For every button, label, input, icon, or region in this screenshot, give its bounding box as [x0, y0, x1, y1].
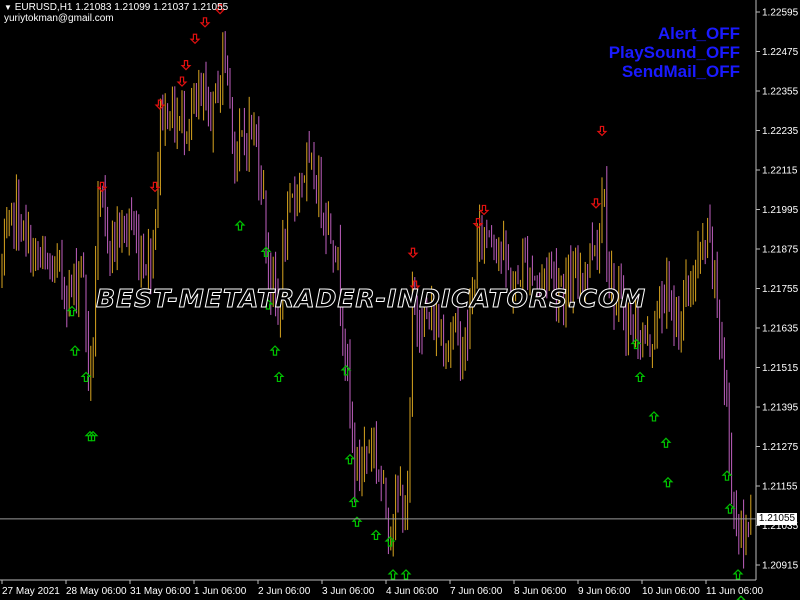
buy-arrow-icon	[634, 371, 646, 383]
buy-arrow-icon	[340, 365, 352, 376]
buy-arrow-icon	[69, 345, 81, 356]
buy-arrow-icon	[370, 529, 382, 541]
buy-arrow-icon	[721, 470, 733, 481]
chart-menu-icon[interactable]: ▼	[4, 3, 12, 12]
price-axis: 1.22595 1.22475 1.22355 1.22235 1.22115 1.219…	[756, 8, 799, 572]
time-tick-label: 7 Jun 06:00	[450, 586, 503, 597]
price-tick-label: 1.21635	[762, 324, 799, 335]
playsound-status: PlaySound_OFF	[608, 43, 740, 62]
buy-arrow-icon	[273, 371, 285, 383]
price-tick-label: 1.21275	[762, 442, 799, 453]
price-tick-label: 1.21395	[762, 403, 799, 414]
buy-arrow-icon	[724, 503, 736, 514]
time-tick-label: 1 Jun 06:00	[194, 586, 247, 597]
buy-arrow-icon	[400, 569, 412, 580]
chart-area[interactable]: 1.22595 1.22475 1.22355 1.22235 1.22115 1.219…	[0, 0, 800, 600]
buy-arrow-icon	[662, 476, 674, 488]
price-tick-label: 1.21515	[762, 363, 799, 374]
time-tick-label: 11 Jun 06:00	[706, 586, 764, 597]
time-tick-label: 3 Jun 06:00	[322, 586, 375, 597]
time-tick-label: 9 Jun 06:00	[578, 586, 631, 597]
time-tick-label: 10 Jun 06:00	[642, 586, 700, 597]
sell-arrow-icon	[407, 247, 419, 259]
buy-arrow-icon	[387, 569, 399, 580]
price-tick-label: 1.21875	[762, 245, 799, 256]
sell-arrow-icon	[176, 76, 188, 87]
buy-arrow-icon	[344, 453, 356, 465]
price-tick-label: 1.22355	[762, 87, 799, 98]
price-tick-label: 1.21755	[762, 284, 799, 295]
price-tick-label: 1.22475	[762, 47, 799, 58]
current-price-tag: 1.21055	[757, 512, 797, 525]
account-email: yuriytokman@gmail.com	[4, 13, 114, 24]
sell-arrow-icon	[189, 33, 201, 45]
symbol-ohlc: EURUSD,H1 1.21083 1.21099 1.21037 1.2105…	[14, 2, 229, 13]
time-tick-label: 27 May 2021	[2, 586, 60, 597]
buy-arrow-icon	[269, 345, 281, 356]
time-axis: 27 May 2021 28 May 06:00 31 May 06:00 1 Jun…	[1, 580, 764, 597]
price-tick-label: 1.20915	[762, 561, 799, 572]
price-tick-label: 1.22115	[762, 166, 798, 177]
alert-status: Alert_OFF	[657, 24, 740, 43]
time-tick-label: 31 May 06:00	[130, 586, 191, 597]
price-tick-label: 1.21155	[762, 482, 798, 493]
sell-arrow-icon	[472, 218, 484, 229]
sell-arrow-icon	[590, 198, 602, 209]
buy-arrow-icon	[732, 569, 744, 580]
time-tick-label: 4 Jun 06:00	[386, 586, 439, 597]
price-tick-label: 1.21995	[762, 205, 799, 216]
sell-arrow-icon	[180, 60, 192, 71]
price-tick-label: 1.22595	[762, 8, 799, 19]
price-tick-label: 1.22235	[762, 126, 799, 137]
buy-arrow-icon	[348, 496, 360, 508]
time-tick-label: 28 May 06:00	[66, 586, 127, 597]
time-tick-label: 2 Jun 06:00	[258, 586, 311, 597]
buy-arrow-icon	[648, 411, 660, 422]
buy-arrow-icon	[234, 220, 246, 231]
sell-arrow-icon	[596, 125, 608, 137]
buy-arrow-icon	[660, 437, 672, 448]
sendmail-status: SendMail_OFF	[621, 62, 740, 81]
sell-arrow-icon	[478, 204, 490, 216]
symbol-info: ▼ EURUSD,H1 1.21083 1.21099 1.21037 1.21…	[4, 2, 228, 13]
sell-arrow-icon	[199, 17, 211, 28]
time-tick-label: 8 Jun 06:00	[514, 586, 567, 597]
watermark: BEST-METATRADER-INDICATORS.COM	[96, 284, 647, 314]
